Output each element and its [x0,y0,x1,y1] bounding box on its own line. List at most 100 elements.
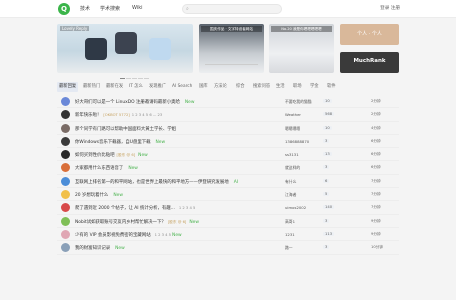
avatar[interactable] [61,176,70,186]
topic-title[interactable]: 20 岁想玩着什么 New [75,192,275,198]
topic-row[interactable]: Nobit试如获取账号交友内乡村帮忙解决一下？ [股东 @ 6] New 高哥1 3 9分… [57,215,399,228]
avatar[interactable] [61,243,70,253]
topic-row[interactable]: 那个同学有门路可以帮助中国面料大黄土学长、学姐 嗯嗯嗯嗯 10 4分钟 [57,122,399,135]
topic-title[interactable]: 大家都用什么东西语音了 New [75,165,275,171]
topic-pages[interactable]: 1 2 3 4 5 [179,206,195,210]
login-register-link[interactable]: 登录 注册 [380,5,400,11]
tab-general[interactable]: 综合 [234,82,247,92]
topic-author[interactable]: 有什么 [285,179,296,185]
banner-muchrank[interactable]: MuchRank [340,52,399,73]
topic-time: 10分钟 [371,245,384,250]
topic-author[interactable]: 就这样的 [285,165,300,171]
topic-title-text[interactable]: 20 岁想玩着什么 [75,193,108,198]
topic-title-text[interactable]: 那个同学有门路可以帮助中国面料大黄土学长、学姐 [75,127,176,132]
topic-badge: [股东 @ 6] [116,153,136,158]
avatar[interactable] [61,216,70,226]
topic-row[interactable]: 互联网上排名第一的和平网站，也是世界上最快的和平地方——伊登研究发展地 AI 有什么… [57,175,399,189]
topic-row[interactable]: 少有的 VIP 会员影视免费密的宝藏网站 1 2 3 4 5New 1231 113 9… [57,228,399,242]
tab-life[interactable]: 生活 [274,82,287,92]
avatar[interactable] [61,150,70,160]
topic-author[interactable]: ss3131 [285,152,299,157]
topic-author[interactable]: 江海者 [285,192,296,198]
topic-row[interactable]: 20 岁想玩着什么 New 江海者 5 7分钟 [57,188,399,202]
tab-software[interactable]: 软件 [325,82,338,92]
topic-title-text[interactable]: 互联网上排名第一的和平网站，也是世界上最快的和平地方——伊登研究发展地 [75,180,229,185]
avatar[interactable] [61,97,70,106]
topic-time: 7分钟 [371,192,381,197]
banner-national-works[interactable]: 国庆作品 · 文字特设者网站 [199,24,264,73]
banner-personal[interactable]: 个人 · 个人 [340,24,399,45]
site-logo[interactable]: Q [58,3,70,15]
topic-time: 6分钟 [371,152,381,157]
tab-latest-hot[interactable]: 最新热门 [81,82,102,92]
topic-author[interactable]: 不要吃我的猫猫 [285,99,312,105]
avatar[interactable] [61,203,70,213]
topic-author[interactable]: Weather [285,112,301,117]
topic-title-text[interactable]: 我的财富知识记录 [75,246,110,251]
tab-latest-replies[interactable]: 最新回复 [57,82,79,92]
banner-lovely-reply[interactable]: Lovely Reply [57,24,193,73]
topic-title-text[interactable]: 大家都用什么东西语音了 [75,166,123,171]
topic-reply-count: 3 [323,138,330,143]
avatar[interactable] [61,136,70,146]
topic-title[interactable]: 你Windows音乐下载器，自U盘里下载 New [75,139,275,145]
topic-author[interactable]: 嗯嗯嗯嗯 [285,126,300,132]
tab-promotion[interactable]: 发现推广 [147,82,168,92]
tab-academic[interactable]: 学金 [308,82,321,92]
carousel-indicator[interactable] [120,75,150,80]
topic-row[interactable]: 我的财富知识记录 New 路一 3 10分钟 [57,241,399,255]
topic-time: 2分钟 [371,112,381,117]
topic-title[interactable]: 少有的 VIP 会员影视免费密的宝藏网站 1 2 3 4 5New [75,232,275,238]
avatar[interactable] [61,163,70,173]
tab-search-qa[interactable]: 搜索问答 [251,82,272,92]
topic-title-text[interactable]: 少有的 VIP 会员影视免费密的宝藏网站 [75,233,151,238]
avatar[interactable] [61,110,70,120]
topic-reply-count: 3 [323,165,330,170]
topic-author[interactable]: 1386888870 [285,139,309,144]
topic-time: 7分钟 [371,178,381,183]
topic-pages[interactable]: 1 2 3 4 5 [155,233,171,237]
topic-title-text[interactable]: 如何买到性价比贴吧 [75,153,115,158]
topic-author[interactable]: 路一 [285,245,293,251]
nav-link-wiki[interactable]: Wiki [132,5,143,11]
topic-title-text[interactable]: 你Windows音乐下载器，自U盘里下载 [75,140,151,145]
topic-title[interactable]: 那个同学有门路可以帮助中国面料大黄土学长、学姐 [75,126,275,132]
tab-latest-posts[interactable]: 最新在发 [104,82,125,92]
topic-row[interactable]: 新年快乐啦！ [OKBOT 5772] 1 2 3 4 5 6 ... 23 Weat… [57,108,399,122]
banner-no20[interactable]: No.20 我是你嗯嗯嗯嗯嗯 [269,24,334,73]
topic-title[interactable]: 互联网上排名第一的和平网站，也是世界上最快的和平地方——伊登研究发展地 AI [75,179,275,185]
tab-gallery[interactable]: 国库 [197,82,210,92]
topic-title-text[interactable]: 爬了遇到近 2000 个帖子，让 AI 统计分析，有趣... [75,206,175,211]
banner-label: 个人 · 个人 [357,31,382,37]
topic-time: 6分钟 [371,138,381,143]
topic-title[interactable]: 新年快乐啦！ [OKBOT 5772] 1 2 3 4 5 6 ... 23 [75,112,275,118]
tab-workplace[interactable]: 职场 [291,82,304,92]
avatar[interactable] [61,123,70,133]
topic-title[interactable]: 我的财富知识记录 New [75,245,275,251]
nav-link-tech[interactable]: 技术 [80,5,90,12]
topic-title-text[interactable]: Nobit试如获取账号交友内乡村帮忙解决一下？ [75,220,166,225]
topic-author[interactable]: 1231 [285,232,295,237]
nav-link-academic-search[interactable]: 学术搜索 [100,5,120,12]
topic-row[interactable]: 大家都用什么东西语音了 New 就这样的 3 6分钟 [57,161,399,175]
topic-row[interactable]: 爬了遇到近 2000 个帖子，让 AI 统计分析，有趣... 1 2 3 4 5 u… [57,201,399,215]
avatar[interactable] [61,190,70,200]
topic-pages[interactable]: 1 2 3 4 5 6 ... 23 [132,113,163,117]
topic-author[interactable]: 高哥1 [285,219,295,225]
tab-methodology[interactable]: 方法论 [212,82,229,92]
topic-title[interactable]: 好大哥们可以是一个 LinuxDO 注册邀请码最新小奥哈 New [75,99,275,105]
topic-title-text[interactable]: 好大哥们可以是一个 LinuxDO 注册邀请码最新小奥哈 [75,100,180,105]
avatar[interactable] [61,229,70,239]
topic-row[interactable]: 如何买到性价比贴吧 [股东 @ 6] New ss3131 13 6分钟 [57,148,399,162]
topic-title[interactable]: Nobit试如获取账号交友内乡村帮忙解决一下？ [股东 @ 6] New [75,219,275,225]
topic-row[interactable]: 你Windows音乐下载器，自U盘里下载 New 1386888870 3 6分钟 [57,135,399,149]
tab-ai-search[interactable]: AI Search [170,82,194,92]
topic-title-text[interactable]: 新年快乐啦！ [75,113,101,118]
topic-row[interactable]: 好大哥们可以是一个 LinuxDO 注册邀请码最新小奥哈 New 不要吃我的猫猫 10… [57,95,399,109]
search-input[interactable]: ⌕ [182,4,282,14]
topic-list: 好大哥们可以是一个 LinuxDO 注册邀请码最新小奥哈 New 不要吃我的猫猫 10… [57,95,399,255]
topic-title[interactable]: 如何买到性价比贴吧 [股东 @ 6] New [75,152,275,158]
topic-title[interactable]: 爬了遇到近 2000 个帖子，让 AI 统计分析，有趣... 1 2 3 4 5 [75,205,275,211]
topic-author[interactable]: uimos2002 [285,205,306,210]
tab-it[interactable]: IT 怎么 [127,82,145,92]
